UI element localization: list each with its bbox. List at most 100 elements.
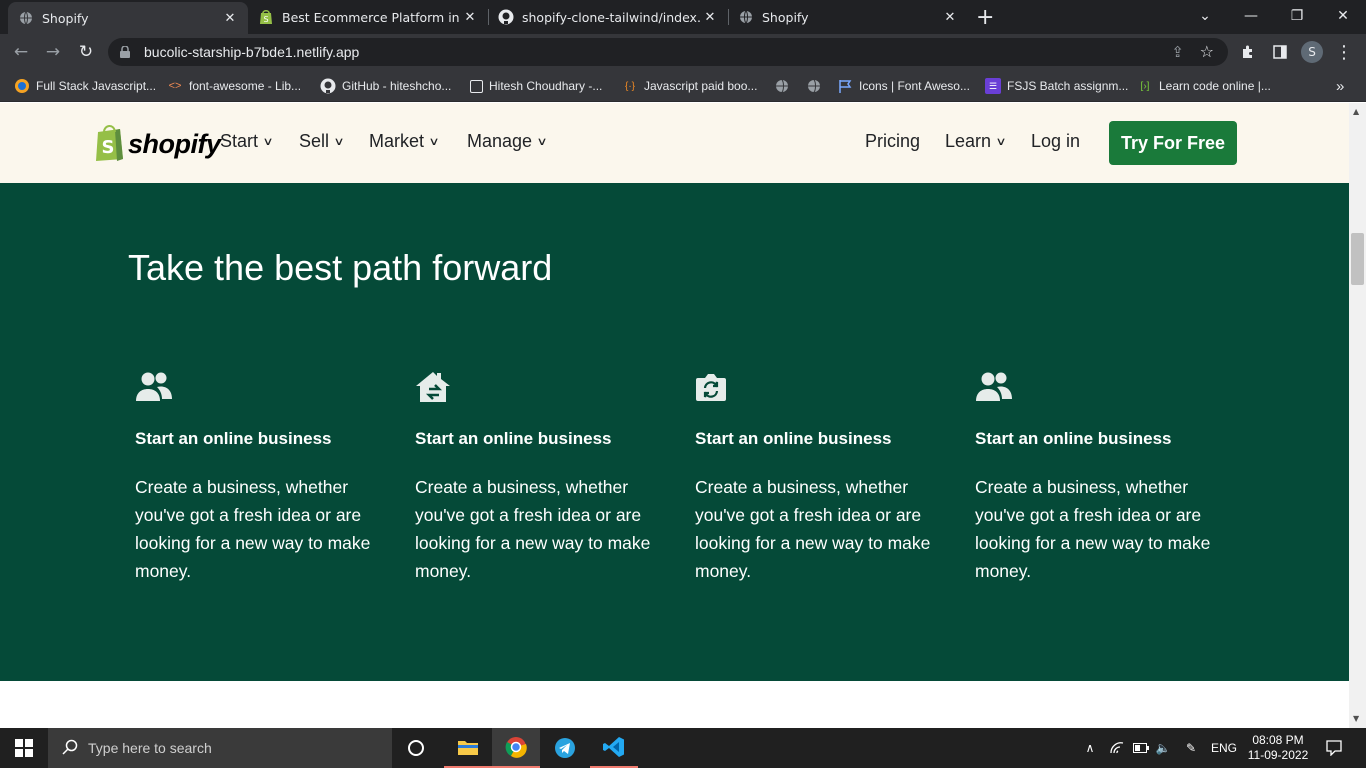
hero-section: Take the best path forward Start an onli… [0,183,1349,681]
house-arrow-icon [415,371,655,405]
search-icon [62,739,78,758]
card-text: Create a business, whether you've got a … [975,477,1211,581]
bookmark-label: font-awesome - Lib... [189,79,302,93]
scrollbar-thumb[interactable] [1351,233,1364,285]
tab-title: shopify-clone-tailwind/index.htm [522,9,702,25]
shopify-bag-icon: S [95,123,125,165]
shopify-bag-icon: S [258,9,274,25]
feature-card: Start an online business Create a busine… [415,371,655,585]
bookmark-label: Icons | Font Aweso... [859,79,970,93]
taskbar-search-box[interactable]: Type here to search [48,728,392,768]
clock-time: 08:08 PM [1252,733,1304,747]
pen-icon[interactable]: ✎ [1180,728,1202,768]
bookmark-label: Full Stack Javascript... [36,79,157,93]
users-icon [135,371,375,405]
tab-shopify-active[interactable]: Shopify ✕ [8,2,248,34]
page-scrollbar[interactable]: ▲ ▼ [1349,103,1366,728]
try-for-free-button[interactable]: Try For Free [1109,121,1237,165]
wifi-icon[interactable] [1106,728,1128,768]
tab-shopify[interactable]: Shopify ✕ [728,0,968,34]
scroll-down-arrow-icon[interactable]: ▼ [1353,714,1359,723]
windows-start-icon[interactable] [0,728,48,768]
address-bar[interactable]: bucolic-starship-b7bde1.netlify.app ⇪ ☆ [108,38,1228,66]
share-icon[interactable]: ⇪ [1171,43,1184,61]
chevron-down-icon: ∨ [262,136,274,148]
site-header: S shopify Start ∨ Sell ∨ Market ∨ Manage ∨ P… [0,103,1349,183]
side-panel-icon[interactable] [1269,41,1291,63]
vscode-icon[interactable] [590,728,638,768]
bookmark-item[interactable]: Icons | Font Aweso... [837,76,970,96]
star-bookmark-icon[interactable]: ☆ [1200,42,1214,61]
bookmark-item[interactable]: Hitesh Choudhary -... [470,76,602,96]
telegram-icon[interactable] [541,728,589,768]
card-text: Create a business, whether you've got a … [415,477,651,581]
camera-rotate-icon [695,371,935,405]
profile-avatar[interactable]: S [1301,41,1323,63]
chrome-taskbar-icon[interactable] [492,728,540,768]
bookmark-item[interactable]: Full Stack Javascript... [14,76,156,96]
shopify-logo[interactable]: S shopify [95,123,221,165]
bookmark-item[interactable]: GitHub - hiteshcho... [320,76,451,96]
bookmark-item[interactable] [806,76,828,96]
url-text: bucolic-starship-b7bde1.netlify.app [144,44,360,60]
reload-icon[interactable]: ↻ [75,41,97,63]
show-hidden-icons-chevron-icon[interactable]: ∧ [1080,728,1100,768]
globe-icon [774,78,790,94]
new-tab-button[interactable]: + [972,0,1002,34]
github-icon [498,9,514,25]
bookmark-item[interactable]: <> font-awesome - Lib... [167,76,302,96]
bookmarks-bar: Full Stack Javascript... <> font-awesome… [0,70,1366,102]
close-tab-icon[interactable]: ✕ [222,11,238,26]
close-tab-icon[interactable]: ✕ [702,10,718,25]
bookmark-item[interactable]: ☰ FSJS Batch assignm... [985,76,1128,96]
language-indicator[interactable]: ENG [1208,728,1240,768]
bookmark-item[interactable]: {·} Javascript paid boo... [622,76,757,96]
github-icon [320,78,336,94]
nav-learn[interactable]: Learn ∨ [945,131,1007,152]
task-view-icon[interactable] [392,728,440,768]
close-tab-icon[interactable]: ✕ [462,10,478,25]
globe-icon [738,9,754,25]
card-text: Create a business, whether you've got a … [135,477,371,581]
bookmarks-overflow-button[interactable]: » [1336,76,1344,96]
notifications-icon[interactable] [1320,728,1348,768]
back-arrow-icon[interactable]: ← [10,41,32,63]
bookmark-item[interactable]: [›] Learn code online |... [1137,76,1271,96]
clock-date: 11-09-2022 [1247,748,1309,762]
search-placeholder: Type here to search [88,740,212,756]
bookmark-item[interactable] [774,76,796,96]
bookmark-label: GitHub - hiteshcho... [342,79,452,93]
file-explorer-icon[interactable] [444,728,492,768]
code-brackets-icon: <> [168,80,182,92]
hero-title: Take the best path forward [128,247,553,288]
web-page: S shopify Start ∨ Sell ∨ Market ∨ Manage ∨ P… [0,103,1349,728]
taskbar-clock[interactable]: 08:08 PM 11-09-2022 [1244,728,1312,768]
battery-icon[interactable] [1130,728,1152,768]
nav-label: Learn [945,131,992,151]
nav-label: Market [369,131,425,151]
close-tab-icon[interactable]: ✕ [942,10,958,25]
bookmark-label: Javascript paid boo... [644,79,758,93]
nav-market[interactable]: Market ∨ [369,131,440,152]
nav-manage[interactable]: Manage ∨ [467,131,548,152]
tab-github-index[interactable]: shopify-clone-tailwind/index.htm ✕ [488,0,728,34]
tab-best-ecommerce[interactable]: S Best Ecommerce Platform in India ✕ [248,0,488,34]
forward-arrow-icon[interactable]: → [42,41,64,63]
nav-label: Start [220,131,259,151]
chevron-down-icon: ∨ [333,136,345,148]
minimize-button[interactable]: — [1228,0,1274,32]
nav-sell[interactable]: Sell ∨ [299,131,345,152]
menu-kebab-icon[interactable]: ⋮ [1333,41,1355,63]
chevron-down-icon: ∨ [428,136,440,148]
nav-start[interactable]: Start ∨ [220,131,274,152]
restore-button[interactable]: ❐ [1274,0,1320,32]
scroll-up-arrow-icon[interactable]: ▲ [1353,107,1359,116]
volume-icon[interactable]: 🔈 [1153,728,1173,768]
tab-search-icon[interactable]: ⌄ [1182,0,1228,32]
nav-pricing[interactable]: Pricing [865,131,920,152]
feature-card: Start an online business Create a busine… [975,371,1215,585]
flag-icon [837,78,853,94]
nav-login[interactable]: Log in [1031,131,1080,152]
close-window-button[interactable]: ✕ [1320,0,1366,32]
extensions-puzzle-icon[interactable] [1237,41,1259,63]
